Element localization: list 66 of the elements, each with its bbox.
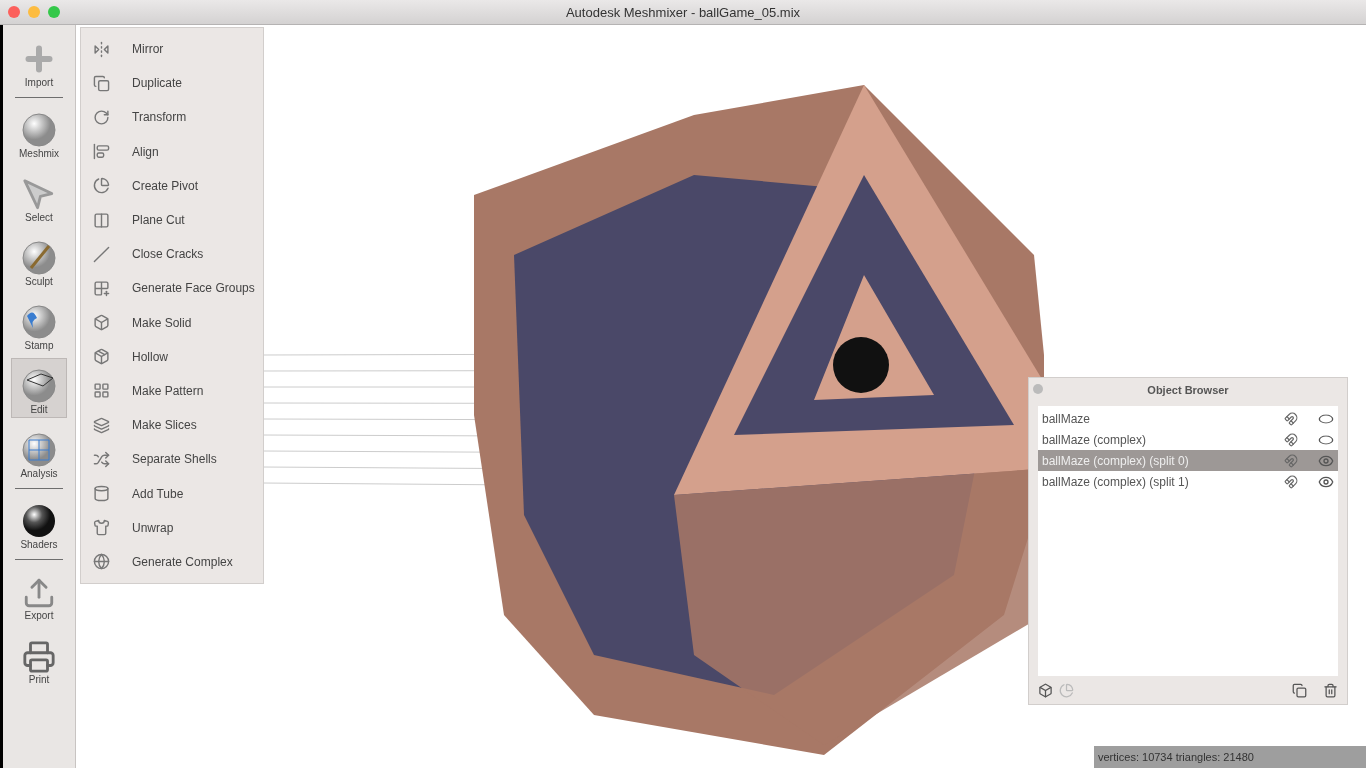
tool-button[interactable]: Shaders [11, 493, 67, 553]
tool-button[interactable]: Export [11, 564, 67, 624]
tool-button[interactable]: Meshmix [11, 102, 67, 162]
panel-title: Object Browser [1029, 378, 1347, 402]
object-name: ballMaze [1042, 411, 1092, 426]
chrome-sphere-icon [21, 503, 57, 539]
menu-item[interactable]: Create Pivot [81, 168, 263, 203]
globe-icon [93, 553, 110, 571]
transform-icon [93, 108, 110, 126]
object-name: ballMaze (complex) (split 0) [1042, 453, 1190, 468]
brush-sphere-icon [21, 240, 57, 276]
tool-button[interactable]: Select [11, 166, 67, 226]
duplicate-icon [93, 74, 110, 92]
menu-item[interactable]: Make Solid [81, 305, 263, 340]
tool-button[interactable]: Stamp [11, 294, 67, 354]
menu-item[interactable]: Plane Cut [81, 202, 263, 238]
window-title: Autodesk Meshmixer - ballGame_05.mix [564, 4, 802, 20]
tool-button[interactable]: Edit [11, 358, 67, 418]
tool-button[interactable]: Analysis [11, 422, 67, 482]
tube-icon [93, 485, 110, 503]
magnet-icon[interactable] [1284, 432, 1298, 447]
menu-item[interactable]: Hollow [81, 339, 263, 374]
mesh-sphere-icon [21, 368, 57, 404]
object-name: ballMaze (complex) (split 1) [1042, 474, 1190, 489]
cube-icon[interactable] [1038, 682, 1053, 698]
mirror-icon [93, 40, 110, 58]
tool-button[interactable]: Import [11, 31, 67, 91]
menu-item[interactable]: Generate Face Groups [81, 271, 263, 306]
shells-icon [93, 450, 110, 468]
object-row[interactable]: ballMaze [1038, 408, 1338, 429]
menu-item[interactable]: Make Slices [81, 408, 263, 443]
3d-viewport[interactable] [76, 25, 1366, 768]
menu-item[interactable]: Transform [81, 100, 263, 135]
menu-item[interactable]: Separate Shells [81, 442, 263, 477]
pattern-icon [93, 382, 110, 400]
menu-item[interactable]: Mirror [81, 32, 263, 67]
menu-item[interactable]: Make Pattern [81, 373, 263, 409]
object-row[interactable]: ballMaze (complex) (split 1) [1038, 471, 1338, 492]
tool-button[interactable]: Print [11, 628, 67, 688]
magnet-icon[interactable] [1284, 411, 1298, 426]
pivot-icon [93, 177, 110, 195]
menu-item[interactable]: Duplicate [81, 66, 263, 101]
menu-item[interactable]: Close Cracks [81, 237, 263, 272]
menu-item[interactable]: Add Tube [81, 476, 263, 511]
solid-cube-icon [93, 314, 110, 332]
tool-button[interactable]: Sculpt [11, 230, 67, 290]
arrow-pointer-icon [22, 178, 56, 212]
plane-cut-icon [93, 211, 110, 229]
menu-item[interactable]: Align [81, 134, 263, 169]
align-icon [93, 143, 110, 161]
object-name: ballMaze (complex) [1042, 432, 1148, 447]
magnet-icon[interactable] [1284, 474, 1298, 489]
trash-icon[interactable] [1323, 682, 1338, 698]
status-bar: vertices: 10734 triangles: 21480 [1094, 746, 1366, 768]
shirt-icon [93, 519, 110, 537]
wire-sphere-icon [21, 432, 57, 468]
object-row[interactable]: ballMaze (complex) [1038, 429, 1338, 450]
stamp-sphere-icon [21, 304, 57, 340]
duplicate-icon[interactable] [1292, 682, 1307, 698]
printer-icon [22, 640, 56, 674]
face-groups-icon [93, 279, 110, 297]
menu-item[interactable]: Unwrap [81, 510, 263, 545]
menu-item[interactable]: Generate Complex [81, 544, 263, 579]
slices-icon [93, 416, 110, 434]
export-icon [22, 576, 56, 610]
hollow-cube-icon [93, 348, 110, 366]
